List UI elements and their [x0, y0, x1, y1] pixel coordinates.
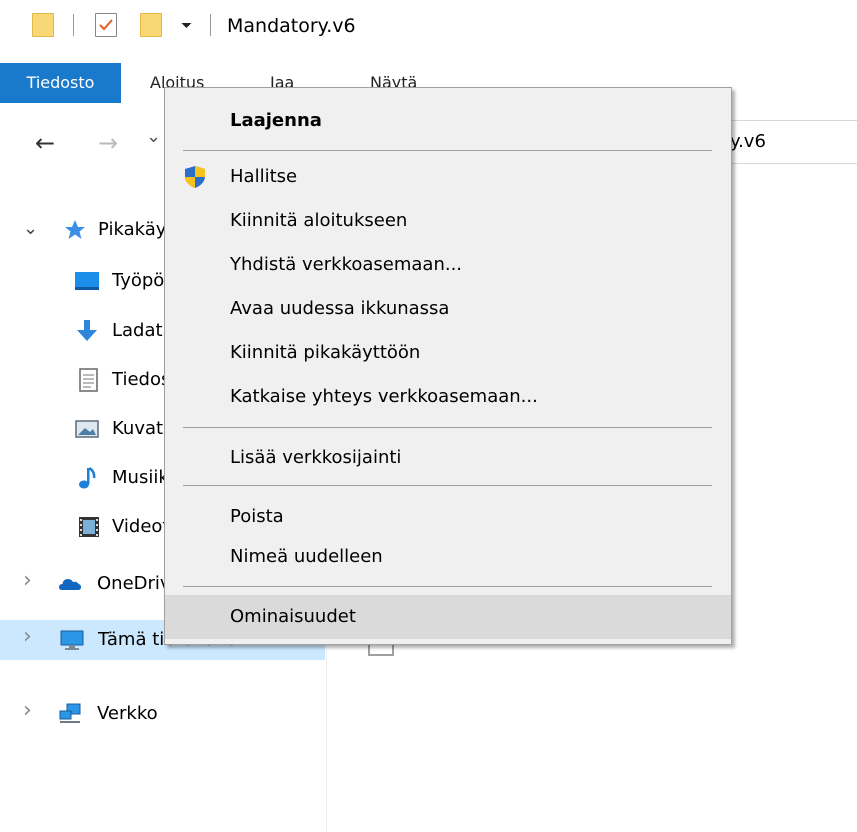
expand-chevron-icon[interactable]: ›: [23, 699, 32, 723]
menu-item-rename[interactable]: Nimeä uudelleen: [165, 539, 731, 575]
tree-item-network[interactable]: › Verkko: [0, 694, 325, 734]
menu-item-label: Poista: [230, 506, 284, 527]
menu-item-delete[interactable]: Poista: [165, 499, 731, 535]
computer-icon: [60, 630, 84, 650]
folder-icon: [32, 13, 54, 37]
menu-item-manage[interactable]: Hallitse: [165, 159, 731, 195]
menu-item-label: Kiinnitä pikakäyttöön: [230, 342, 421, 363]
menu-item-label: Kiinnitä aloitukseen: [230, 210, 408, 231]
menu-item-add-network-location[interactable]: Lisää verkkosijainti: [165, 440, 731, 476]
uac-shield-icon: [185, 166, 205, 188]
menu-item-map-network-drive[interactable]: Yhdistä verkkoasemaan...: [165, 247, 731, 283]
menu-separator: [183, 485, 712, 486]
menu-item-pin-to-start[interactable]: Kiinnitä aloitukseen: [165, 203, 731, 239]
menu-item-open-new-window[interactable]: Avaa uudessa ikkunassa: [165, 291, 731, 327]
toolbar-separator: [210, 14, 211, 36]
music-icon: [79, 466, 96, 489]
cloud-icon: [59, 579, 81, 590]
menu-item-label: Katkaise yhteys verkkoasemaan...: [230, 386, 538, 407]
star-icon: [65, 220, 85, 239]
back-button[interactable]: ←: [35, 128, 55, 158]
menu-item-label: Ominaisuudet: [230, 606, 356, 627]
address-path: y.v6: [730, 131, 766, 152]
desktop-icon: [75, 272, 99, 290]
collapse-chevron-icon[interactable]: ⌄: [23, 217, 38, 241]
menu-item-label: Nimeä uudelleen: [230, 546, 383, 567]
expand-chevron-icon[interactable]: ›: [23, 625, 32, 649]
toolbar-separator: [73, 14, 74, 36]
menu-separator: [183, 427, 712, 428]
recent-locations-button[interactable]: ⌄: [146, 122, 161, 152]
menu-separator: [183, 150, 712, 151]
menu-item-label: Laajenna: [230, 110, 322, 131]
window-title: Mandatory.v6: [227, 15, 356, 37]
menu-item-label: Lisää verkkosijainti: [230, 447, 402, 468]
menu-item-label: Yhdistä verkkoasemaan...: [230, 254, 463, 275]
download-icon: [77, 320, 97, 341]
document-icon: [79, 368, 98, 392]
properties-button[interactable]: [95, 13, 117, 37]
context-menu: Laajenna Hallitse Kiinnitä aloitukseen Y…: [164, 87, 732, 645]
menu-item-disconnect-network-drive[interactable]: Katkaise yhteys verkkoasemaan...: [165, 379, 731, 415]
video-icon: [79, 517, 99, 537]
tree-item-label: Kuvat: [112, 418, 164, 439]
forward-button[interactable]: →: [98, 128, 118, 158]
menu-item-label: Hallitse: [230, 166, 298, 187]
menu-item-expand[interactable]: Laajenna: [165, 103, 731, 139]
menu-separator: [183, 586, 712, 587]
pictures-icon: [75, 420, 99, 438]
customize-toolbar-dropdown[interactable]: ⏷: [181, 16, 192, 36]
title-bar: ⏷ Mandatory.v6: [0, 0, 857, 62]
menu-item-label: Avaa uudessa ikkunassa: [230, 298, 450, 319]
menu-item-pin-quick-access[interactable]: Kiinnitä pikakäyttöön: [165, 335, 731, 371]
tree-item-label: Verkko: [97, 703, 158, 724]
checkmark-icon: [99, 19, 113, 31]
menu-item-properties[interactable]: Ominaisuudet: [165, 595, 731, 639]
new-folder-button[interactable]: [140, 13, 162, 37]
network-icon: [59, 703, 81, 723]
tree-item-label: Videot: [112, 516, 170, 537]
expand-chevron-icon[interactable]: ›: [23, 569, 32, 593]
tab-file[interactable]: Tiedosto: [0, 63, 121, 103]
